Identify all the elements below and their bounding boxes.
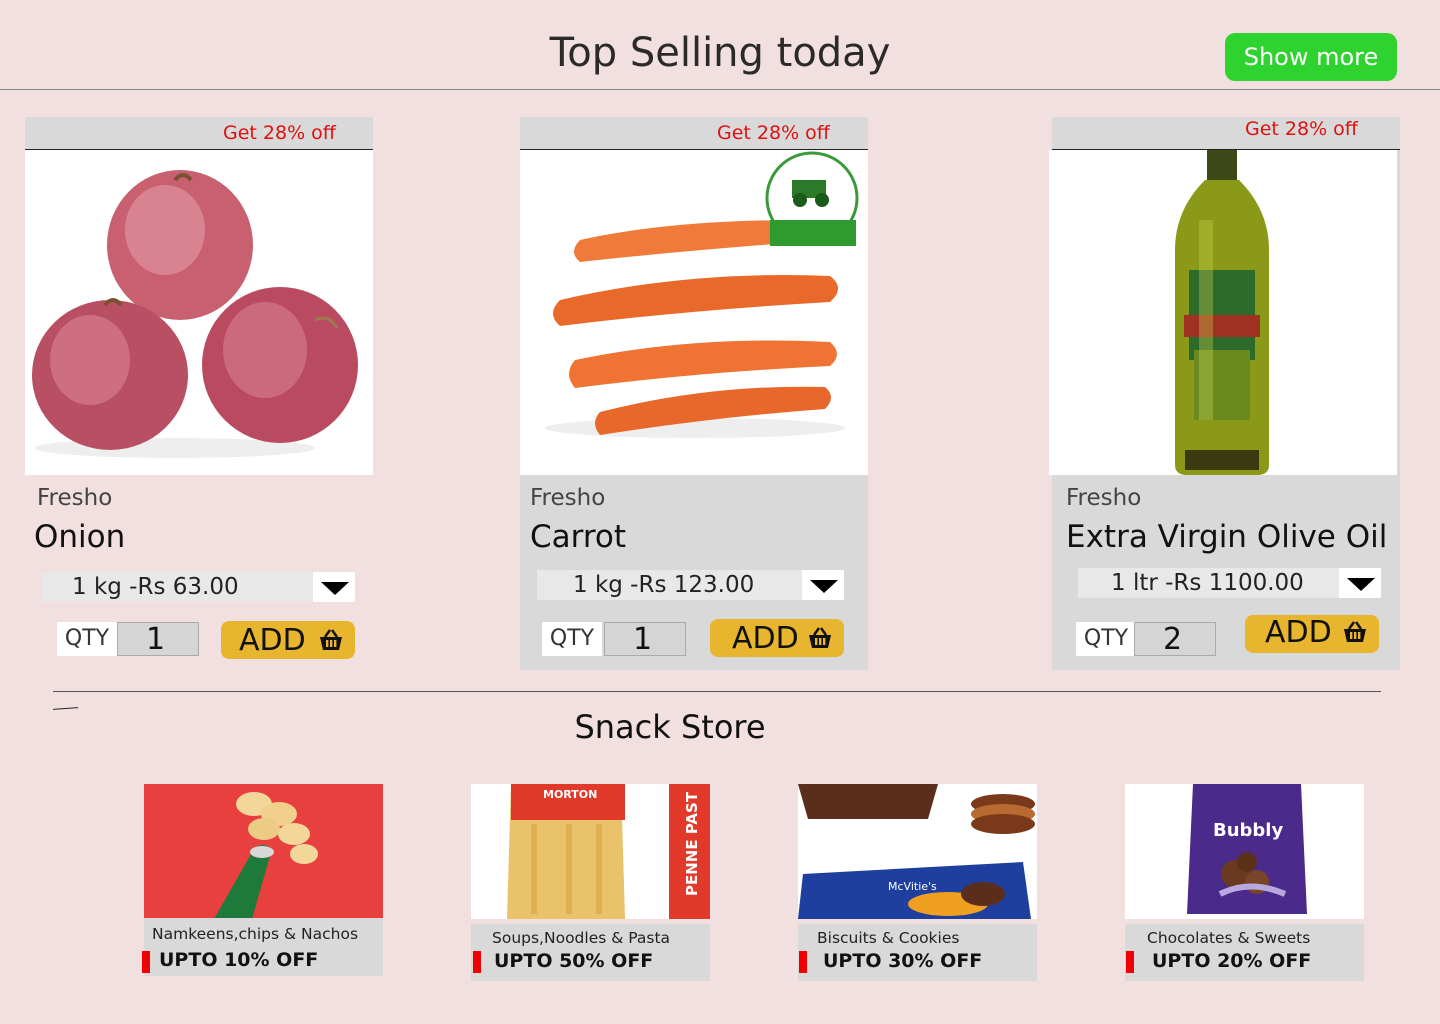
basket-icon [809,627,831,648]
snack-category: Chocolates & Sweets [1147,929,1311,947]
offer-marker [799,951,807,973]
chevron-down-icon[interactable] [802,570,844,600]
qty-input[interactable] [1134,622,1216,656]
variant-select[interactable]: 1 ltr -Rs 1100.00 [1078,568,1381,598]
product-image-carrot[interactable] [520,150,868,475]
add-to-cart-button[interactable]: ADD [710,619,844,657]
snack-info: Chocolates & Sweets UPTO 20% OFF [1125,924,1364,981]
snack-store-title: Snack Store [574,708,766,746]
product-brand: Fresho [530,485,606,511]
pasta-brand-text: MORTON [543,788,597,801]
offer-text: Get 28% off [223,122,336,144]
product-name[interactable]: Onion [34,519,125,555]
basket-icon [1344,621,1366,642]
offer-text: Get 28% off [1245,118,1358,140]
variant-value: 1 kg -Rs 123.00 [573,572,755,598]
snack-info: Soups,Noodles & Pasta UPTO 50% OFF [471,924,710,981]
qty-input[interactable] [117,622,199,656]
qty-label: QTY [57,622,117,656]
chocolate-brand-text: Bubbly [1213,820,1283,841]
snack-offer: UPTO 50% OFF [494,950,654,972]
qty-input[interactable] [604,622,686,656]
offer-bar: Get 28% off [520,117,868,150]
snack-image-penne-pasta[interactable]: MORTON PENNE PAST [471,784,710,919]
variant-value: 1 kg -Rs 63.00 [72,574,239,600]
snack-offer: UPTO 30% OFF [823,950,983,972]
offer-marker [1126,951,1134,973]
variant-select[interactable]: 1 kg -Rs 123.00 [537,570,844,600]
product-name[interactable]: Extra Virgin Olive Oil [1066,519,1387,555]
add-label: ADD [732,621,799,656]
product-image-olive-oil[interactable] [1049,150,1397,475]
snack-category: Biscuits & Cookies [817,929,960,947]
offer-bar: Get 28% off [25,117,373,150]
add-label: ADD [239,623,306,658]
snack-offer: UPTO 10% OFF [159,949,319,971]
variant-value: 1 ltr -Rs 1100.00 [1111,570,1304,596]
product-name[interactable]: Carrot [530,519,626,555]
section-divider [53,691,1381,692]
variant-select[interactable]: 1 kg -Rs 63.00 [42,572,355,602]
header-divider [0,89,1440,90]
qty-label: QTY [542,622,602,656]
basket-icon [320,629,342,650]
product-card-onion: Get 28% off Fresho Onion 1 kg -Rs 63.00 … [25,117,373,677]
show-more-button[interactable]: Show more [1225,33,1397,81]
snack-category: Namkeens,chips & Nachos [152,925,359,943]
offer-text: Get 28% off [717,122,830,144]
offer-bar: Get 28% off [1052,117,1400,150]
qty-label: QTY [1076,622,1136,656]
snack-image-pringles[interactable] [144,784,383,919]
page-title: Top Selling today [549,30,891,76]
product-card-carrot: Get 28% off Fresho Carrot 1 kg -Rs 123.0… [520,117,868,670]
offer-marker [473,951,481,973]
chevron-down-icon[interactable] [1339,568,1381,598]
snack-image-biscuits[interactable]: McVitie's [798,784,1037,919]
biscuit-brand-text: McVitie's [888,880,937,893]
product-brand: Fresho [37,485,113,511]
snack-info: Biscuits & Cookies UPTO 30% OFF [798,924,1037,981]
offer-marker [142,951,150,973]
add-label: ADD [1265,615,1332,650]
product-brand: Fresho [1066,485,1142,511]
add-to-cart-button[interactable]: ADD [1245,615,1379,653]
product-card-olive-oil: Get 28% off Fresho Extra Virgin Olive Oi… [1049,117,1400,670]
add-to-cart-button[interactable]: ADD [221,621,355,659]
pasta-side-text: PENNE PAST [683,791,701,896]
snack-image-chocolates[interactable]: Bubbly [1125,784,1364,919]
snack-category: Soups,Noodles & Pasta [492,929,671,947]
chevron-down-icon[interactable] [313,572,355,602]
product-image-onion[interactable] [25,150,373,475]
snack-info: Namkeens,chips & Nachos UPTO 10% OFF [142,918,383,976]
snack-offer: UPTO 20% OFF [1152,950,1312,972]
